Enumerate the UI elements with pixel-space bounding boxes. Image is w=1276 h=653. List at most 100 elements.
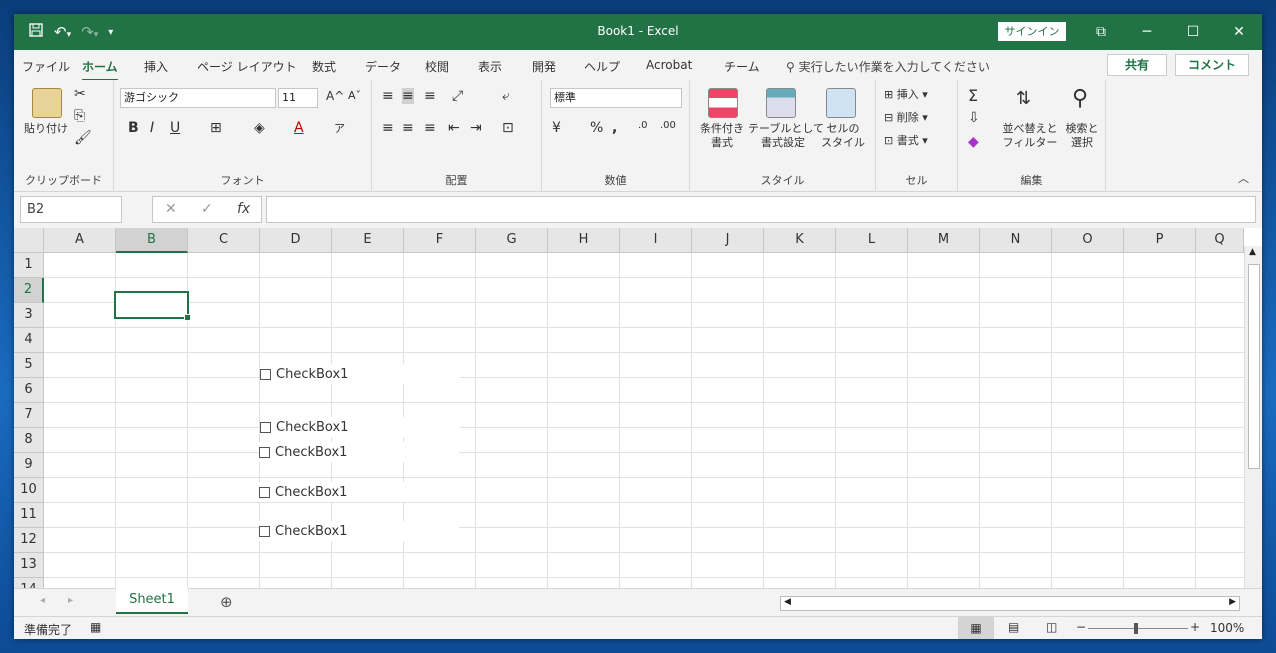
comment-button[interactable]: コメント: [1175, 54, 1249, 76]
tab-developer[interactable]: 開発: [532, 58, 556, 75]
decrease-indent-icon[interactable]: ⇤: [448, 120, 460, 136]
active-cell[interactable]: [114, 291, 191, 321]
row-header-13[interactable]: 13: [14, 553, 44, 578]
align-center-icon[interactable]: ≡: [402, 120, 414, 136]
column-header-f[interactable]: F: [404, 228, 476, 253]
sort-filter-button[interactable]: 並べ替えと フィルター: [998, 122, 1062, 150]
add-sheet-icon[interactable]: ⊕: [220, 593, 233, 611]
enter-icon[interactable]: ✓: [201, 201, 213, 217]
close-button[interactable]: ✕: [1216, 14, 1262, 50]
delete-cells-button[interactable]: ⊟ 削除 ▾: [884, 111, 928, 125]
checkbox-box[interactable]: [259, 486, 270, 498]
zoom-level[interactable]: 100%: [1210, 621, 1244, 635]
currency-icon[interactable]: ¥: [552, 120, 561, 136]
collapse-ribbon-icon[interactable]: ︿: [1238, 170, 1249, 186]
sort-filter-icon[interactable]: ⇅: [1016, 88, 1031, 109]
column-header-a[interactable]: A: [44, 228, 116, 253]
ribbon-display-options-icon[interactable]: ⧉: [1078, 14, 1124, 50]
comma-icon[interactable]: ,: [612, 120, 617, 136]
normal-view-icon[interactable]: ▦: [958, 617, 994, 639]
phonetic-icon[interactable]: ア: [334, 120, 345, 136]
column-header-k[interactable]: K: [764, 228, 836, 253]
font-name-select[interactable]: 游ゴシック: [120, 88, 276, 108]
fill-color-icon[interactable]: ◈: [254, 120, 265, 136]
scroll-up-icon[interactable]: ▲: [1249, 247, 1256, 257]
cut-icon[interactable]: ✂: [74, 86, 86, 102]
merge-center-icon[interactable]: ⊡: [502, 120, 514, 136]
fill-icon[interactable]: ⇩: [968, 110, 980, 126]
share-button[interactable]: 共有: [1107, 54, 1167, 76]
scroll-right-icon[interactable]: ▶: [1229, 597, 1236, 607]
decrease-font-icon[interactable]: Aˇ: [348, 89, 361, 102]
paste-button[interactable]: 貼り付け: [20, 122, 72, 136]
align-middle-icon[interactable]: ≡: [402, 88, 414, 104]
row-header-12[interactable]: 12: [14, 528, 44, 553]
conditional-format-icon[interactable]: [708, 88, 738, 118]
tab-data[interactable]: データ: [365, 58, 401, 75]
page-layout-view-icon[interactable]: ▤: [1008, 620, 1019, 634]
minimize-button[interactable]: ─: [1124, 14, 1170, 50]
cancel-icon[interactable]: ✕: [165, 201, 177, 217]
checkbox-box[interactable]: [259, 446, 270, 458]
prev-sheet-icon[interactable]: ◂: [40, 595, 45, 606]
format-as-table-button[interactable]: テーブルとして 書式設定: [748, 122, 824, 150]
find-select-button[interactable]: 検索と 選択: [1062, 122, 1102, 150]
align-left-icon[interactable]: ≡: [382, 120, 394, 136]
vertical-scroll-thumb[interactable]: [1248, 264, 1260, 469]
column-header-q[interactable]: Q: [1196, 228, 1244, 253]
maximize-button[interactable]: ☐: [1170, 14, 1216, 50]
column-header-l[interactable]: L: [836, 228, 908, 253]
tab-review[interactable]: 校閲: [425, 58, 449, 75]
zoom-out-icon[interactable]: −: [1076, 620, 1086, 634]
format-painter-icon[interactable]: 🖌: [74, 130, 92, 146]
signin-button[interactable]: サインイン: [998, 22, 1066, 41]
column-header-d[interactable]: D: [260, 228, 332, 253]
checkbox-box[interactable]: [260, 368, 271, 380]
tell-me-box[interactable]: ⚲ 実行したい作業を入力してください: [786, 58, 990, 75]
column-header-g[interactable]: G: [476, 228, 548, 253]
select-all-corner[interactable]: [14, 228, 44, 253]
orientation-icon[interactable]: ⤢: [452, 88, 463, 104]
format-as-table-icon[interactable]: [766, 88, 796, 118]
scroll-left-icon[interactable]: ◀: [784, 597, 791, 607]
column-header-m[interactable]: M: [908, 228, 980, 253]
checkbox-control[interactable]: CheckBox1: [259, 521, 459, 541]
tab-file[interactable]: ファイル: [22, 58, 70, 75]
cell-area[interactable]: [44, 253, 1244, 603]
row-header-10[interactable]: 10: [14, 478, 44, 503]
tab-formulas[interactable]: 数式: [312, 58, 336, 75]
zoom-in-icon[interactable]: +: [1190, 620, 1200, 634]
tab-acrobat[interactable]: Acrobat: [646, 58, 692, 72]
sheet-tab-sheet1[interactable]: Sheet1: [116, 588, 188, 614]
column-header-c[interactable]: C: [188, 228, 260, 253]
align-top-icon[interactable]: ≡: [382, 88, 394, 104]
font-size-select[interactable]: 11: [278, 88, 318, 108]
conditional-format-button[interactable]: 条件付き 書式: [694, 122, 750, 150]
column-header-b[interactable]: B: [116, 228, 188, 253]
number-format-select[interactable]: 標準: [550, 88, 682, 108]
column-header-j[interactable]: J: [692, 228, 764, 253]
vertical-scrollbar[interactable]: ▲ ▼: [1244, 246, 1262, 603]
wrap-text-icon[interactable]: ⤶: [502, 88, 510, 104]
increase-font-icon[interactable]: A^: [326, 89, 344, 103]
insert-cells-button[interactable]: ⊞ 挿入 ▾: [884, 88, 928, 102]
cell-styles-button[interactable]: セルの スタイル: [818, 122, 868, 150]
insert-function-icon[interactable]: fx: [237, 201, 250, 217]
checkbox-control[interactable]: CheckBox1: [260, 364, 460, 384]
checkbox-control[interactable]: CheckBox1: [259, 442, 459, 462]
column-header-h[interactable]: H: [548, 228, 620, 253]
page-break-view-icon[interactable]: ◫: [1046, 620, 1057, 634]
row-header-4[interactable]: 4: [14, 328, 44, 353]
row-header-6[interactable]: 6: [14, 378, 44, 403]
tab-team[interactable]: チーム: [724, 58, 760, 75]
row-header-8[interactable]: 8: [14, 428, 44, 453]
checkbox-box[interactable]: [259, 525, 270, 537]
row-header-9[interactable]: 9: [14, 453, 44, 478]
bold-icon[interactable]: B: [128, 120, 139, 136]
format-cells-button[interactable]: ⊡ 書式 ▾: [884, 134, 928, 148]
macro-record-icon[interactable]: ▦: [90, 620, 101, 634]
row-header-1[interactable]: 1: [14, 253, 44, 278]
border-icon[interactable]: ⊞: [210, 120, 222, 136]
row-header-3[interactable]: 3: [14, 303, 44, 328]
next-sheet-icon[interactable]: ▸: [68, 595, 73, 606]
